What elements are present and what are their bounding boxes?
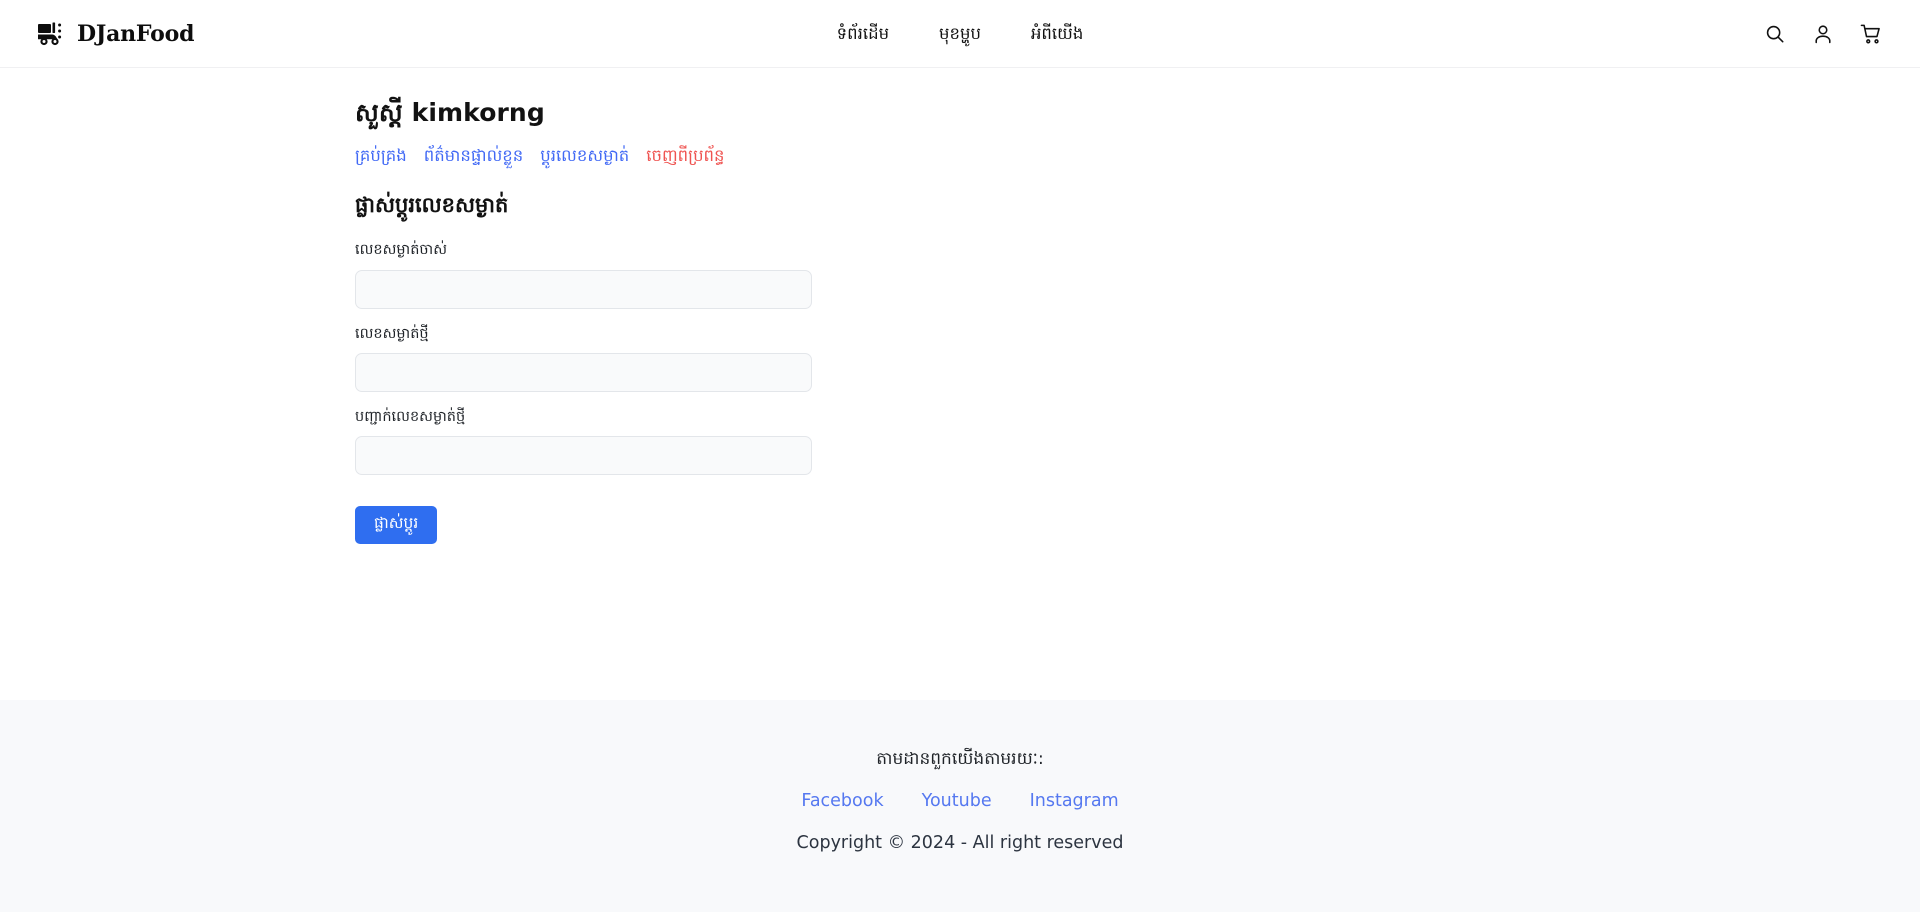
- label-old-password: លេខសម្ងាត់ចាស់: [355, 239, 812, 262]
- nav-home[interactable]: ទំព័រដើម: [837, 22, 889, 45]
- field-new-password: លេខសម្ងាត់ថ្មី: [355, 323, 812, 392]
- search-icon[interactable]: [1764, 23, 1786, 45]
- input-new-password[interactable]: [355, 353, 812, 392]
- nav-menu[interactable]: មុខម្ហូប: [939, 22, 981, 45]
- brand-logo[interactable]: DJanFood: [38, 22, 194, 46]
- delivery-truck-icon: [38, 22, 68, 46]
- footer-follow-text: តាមដានពួកយើងតាមរយៈ:: [0, 746, 1920, 773]
- label-new-password: លេខសម្ងាត់ថ្មី: [355, 323, 812, 346]
- content-container: សួស្តី kimkorng គ្រប់គ្រង ព័ត៌មានផ្ទាល់ខ…: [335, 68, 1585, 544]
- main-content: សួស្តី kimkorng គ្រប់គ្រង ព័ត៌មានផ្ទាល់ខ…: [0, 68, 1920, 700]
- submit-change-password-button[interactable]: ផ្លាស់ប្ដូរ: [355, 506, 437, 544]
- label-confirm-password: បញ្ជាក់លេខសម្ងាត់ថ្មី: [355, 406, 812, 429]
- tab-personal-info[interactable]: ព័ត៌មានផ្ទាល់ខ្លួន: [424, 143, 524, 169]
- tab-logout[interactable]: ចេញពីប្រព័ន្ធ: [646, 143, 724, 169]
- main-navigation: ទំព័រដើម មុខម្ហូប អំពីយើង: [837, 22, 1084, 45]
- page-title: សួស្តី kimkorng: [355, 68, 1565, 132]
- header-actions: [1764, 23, 1882, 45]
- shopping-cart-icon[interactable]: [1860, 23, 1882, 45]
- footer-link-facebook[interactable]: Facebook: [801, 787, 883, 815]
- section-title: ផ្លាស់ប្ដូរលេខសម្ងាត់: [355, 189, 1565, 223]
- change-password-form: លេខសម្ងាត់ចាស់ លេខសម្ងាត់ថ្មី បញ្ជាក់លេខ…: [355, 239, 812, 543]
- footer-link-youtube[interactable]: Youtube: [922, 787, 992, 815]
- input-old-password[interactable]: [355, 270, 812, 309]
- footer-social-links: Facebook Youtube Instagram: [0, 787, 1920, 815]
- site-header: DJanFood ទំព័រដើម មុខម្ហូប អំពីយើង: [0, 0, 1920, 68]
- field-old-password: លេខសម្ងាត់ចាស់: [355, 239, 812, 308]
- input-confirm-password[interactable]: [355, 436, 812, 475]
- account-tab-bar: គ្រប់គ្រង ព័ត៌មានផ្ទាល់ខ្លួន ប្ដូរលេខសម្…: [355, 143, 1565, 169]
- brand-name: DJanFood: [77, 23, 194, 45]
- footer-link-instagram[interactable]: Instagram: [1030, 787, 1119, 815]
- tab-change-password[interactable]: ប្ដូរលេខសម្ងាត់: [540, 143, 629, 169]
- field-confirm-password: បញ្ជាក់លេខសម្ងាត់ថ្មី: [355, 406, 812, 475]
- tab-manage[interactable]: គ្រប់គ្រង: [355, 143, 407, 169]
- nav-about[interactable]: អំពីយើង: [1031, 22, 1083, 45]
- footer-copyright: Copyright © 2024 - All right reserved: [0, 829, 1920, 857]
- user-account-icon[interactable]: [1812, 23, 1834, 45]
- site-footer: តាមដានពួកយើងតាមរយៈ: Facebook Youtube Ins…: [0, 700, 1920, 912]
